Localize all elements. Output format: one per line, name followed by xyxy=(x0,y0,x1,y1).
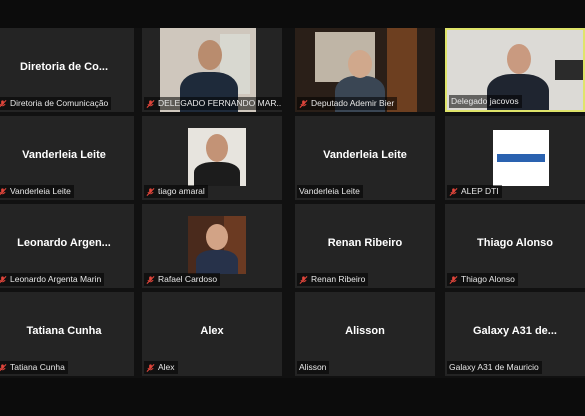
participant-tile[interactable]: Diretoria de Co... Diretoria de Comunica… xyxy=(0,28,134,112)
participant-tile[interactable]: Galaxy A31 de... Galaxy A31 de Mauricio xyxy=(445,292,585,376)
person-head xyxy=(348,50,372,78)
video-feed xyxy=(188,216,246,274)
participant-label-text: Rafael Cardoso xyxy=(158,274,218,284)
participant-tile-video[interactable]: ALEP DTI xyxy=(445,116,585,200)
participant-name: Alisson xyxy=(345,325,385,337)
muted-mic-icon xyxy=(299,275,308,284)
participant-tile-active-speaker[interactable]: Delegado jacovos xyxy=(445,28,585,112)
muted-mic-icon xyxy=(449,187,458,196)
participant-tile[interactable]: Vanderleia Leite Vanderleia Leite xyxy=(0,116,134,200)
bottom-toolbar xyxy=(0,378,585,416)
top-toolbar xyxy=(0,0,585,28)
participant-label: Diretoria de Comunicação xyxy=(0,97,112,110)
participant-tile[interactable]: Tatiana Cunha Tatiana Cunha xyxy=(0,292,134,376)
participant-name: Vanderleia Leite xyxy=(323,149,407,161)
participant-name: Galaxy A31 de... xyxy=(473,325,557,337)
participant-label-text: DELEGADO FERNANDO MAR... xyxy=(158,98,282,108)
participant-label: Leonardo Argenta Marin xyxy=(0,273,105,286)
participant-label: Tatiana Cunha xyxy=(0,361,68,374)
muted-mic-icon xyxy=(0,275,7,283)
person-head xyxy=(206,224,228,250)
participant-name: Thiago Alonso xyxy=(477,237,553,249)
monitor-background xyxy=(555,60,583,80)
participant-name: Tatiana Cunha xyxy=(26,325,102,337)
participant-label-text: Galaxy A31 de Mauricio xyxy=(449,362,539,372)
person-head xyxy=(206,134,228,162)
participant-label: DELEGADO FERNANDO MAR... xyxy=(144,97,282,110)
participant-label-text: Leonardo Argenta Marin xyxy=(10,274,102,284)
participant-label-text: Renan Ribeiro xyxy=(311,274,366,284)
participant-label-text: Delegado jacovos xyxy=(451,96,519,106)
person-head xyxy=(507,44,531,74)
muted-mic-icon xyxy=(146,99,155,108)
participant-label: Vanderleia Leite xyxy=(0,185,74,198)
participant-label: Alisson xyxy=(297,361,330,374)
participant-name: Diretoria de Co... xyxy=(19,61,109,73)
participant-label: Thiago Alonso xyxy=(447,273,518,286)
participant-label-text: tiago amaral xyxy=(158,186,205,196)
participant-label-text: Thiago Alonso xyxy=(461,274,515,284)
participant-name: Vanderleia Leite xyxy=(22,149,106,161)
participant-label-text: Diretoria de Comunicação xyxy=(10,98,109,108)
participant-label-text: Deputado Ademir Bier xyxy=(311,98,395,108)
participant-tile[interactable]: Renan Ribeiro Renan Ribeiro xyxy=(295,204,435,288)
participant-label-text: Alex xyxy=(158,362,175,372)
logo-image xyxy=(497,154,545,162)
participant-label: Vanderleia Leite xyxy=(297,185,363,198)
participant-tile-video[interactable]: Deputado Ademir Bier xyxy=(295,28,435,112)
muted-mic-icon xyxy=(449,275,458,284)
muted-mic-icon xyxy=(0,99,7,107)
participant-label-text: ALEP DTI xyxy=(461,186,499,196)
video-feed xyxy=(188,128,246,186)
participant-tile-video[interactable]: DELEGADO FERNANDO MAR... xyxy=(142,28,282,112)
participant-tile[interactable]: Alex Alex xyxy=(142,292,282,376)
participant-label: tiago amaral xyxy=(144,185,208,198)
participant-label: Rafael Cardoso xyxy=(144,273,221,286)
person-figure xyxy=(194,162,240,186)
participant-label: Deputado Ademir Bier xyxy=(297,97,398,110)
participant-label: Galaxy A31 de Mauricio xyxy=(447,361,542,374)
muted-mic-icon xyxy=(146,275,155,284)
person-head xyxy=(198,40,222,70)
participant-label: Renan Ribeiro xyxy=(297,273,369,286)
muted-mic-icon xyxy=(0,363,7,371)
person-figure xyxy=(196,250,238,274)
muted-mic-icon xyxy=(0,187,7,195)
participant-tile-video[interactable]: Rafael Cardoso xyxy=(142,204,282,288)
participant-name: Leonardo Argen... xyxy=(17,237,111,249)
participant-label: Alex xyxy=(144,361,178,374)
participant-tile[interactable]: Thiago Alonso Thiago Alonso xyxy=(445,204,585,288)
participant-tile[interactable]: Alisson Alisson xyxy=(295,292,435,376)
participant-label-text: Vanderleia Leite xyxy=(299,186,360,196)
muted-mic-icon xyxy=(299,99,308,108)
participant-label-text: Tatiana Cunha xyxy=(10,362,65,372)
participant-tile-video[interactable]: tiago amaral xyxy=(142,116,282,200)
participant-tile[interactable]: Leonardo Argen... Leonardo Argenta Marin xyxy=(0,204,134,288)
muted-mic-icon xyxy=(146,187,155,196)
participant-name: Alex xyxy=(200,325,224,337)
participant-label: Delegado jacovos xyxy=(449,95,522,108)
video-feed xyxy=(493,130,549,186)
participant-label-text: Alisson xyxy=(299,362,327,372)
participant-tile[interactable]: Vanderleia Leite Vanderleia Leite xyxy=(295,116,435,200)
muted-mic-icon xyxy=(146,363,155,372)
participant-name: Renan Ribeiro xyxy=(327,237,403,249)
participant-label: ALEP DTI xyxy=(447,185,502,198)
participant-label-text: Vanderleia Leite xyxy=(10,186,71,196)
